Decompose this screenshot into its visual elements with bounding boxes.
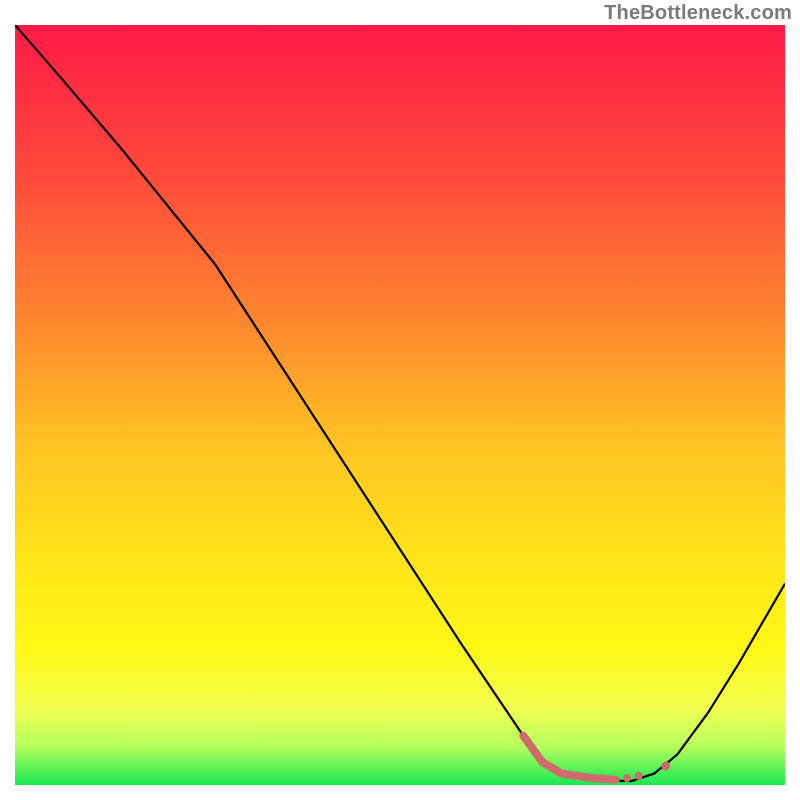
- marker-end: [661, 762, 670, 771]
- chart-frame: TheBottleneck.com: [0, 0, 800, 800]
- marker-gap-a: [623, 774, 631, 782]
- watermark-text: TheBottleneck.com: [604, 2, 792, 25]
- gradient-background: [15, 25, 785, 785]
- marker-gap-b: [635, 772, 643, 780]
- bottleneck-chart: [0, 0, 800, 800]
